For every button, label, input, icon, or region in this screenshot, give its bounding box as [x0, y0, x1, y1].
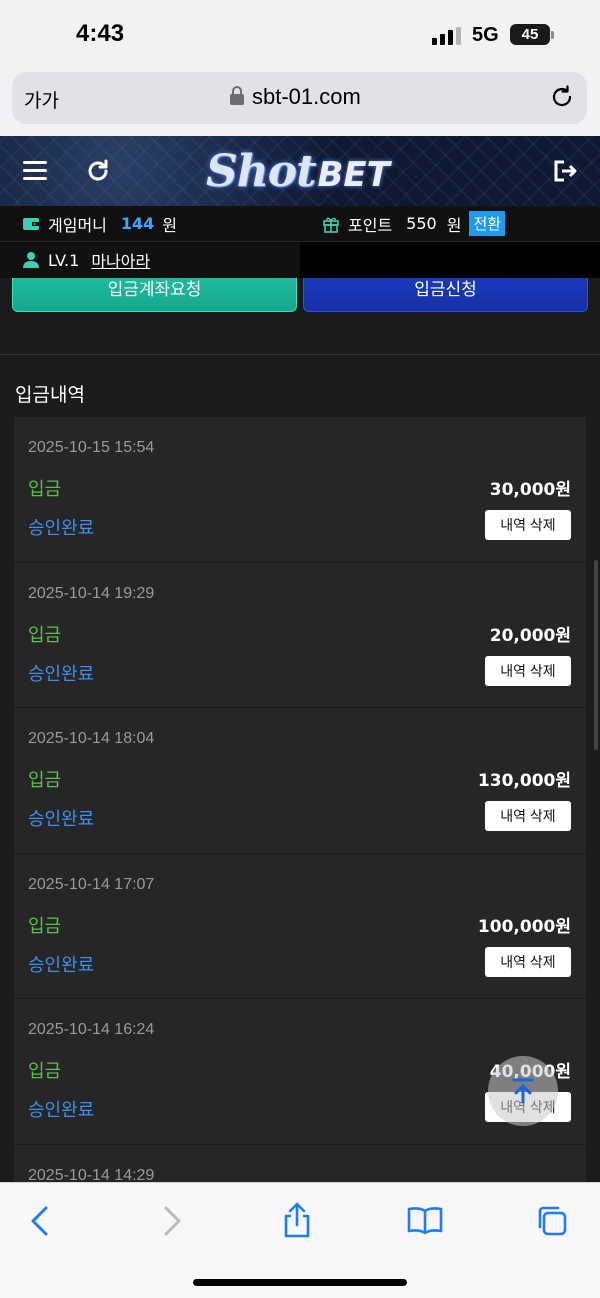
history-status: 승인완료 — [28, 663, 95, 685]
game-money-label: 게임머니 — [48, 215, 107, 235]
share-icon[interactable] — [277, 1201, 317, 1241]
point-unit: 원 — [446, 215, 462, 235]
delete-history-button[interactable]: 내역 삭제 — [485, 510, 571, 540]
history-amount: 30,000원 — [489, 480, 571, 500]
history-type: 입금 — [28, 1061, 62, 1082]
text-size-button[interactable]: 가가 — [24, 86, 59, 113]
logout-icon[interactable] — [552, 158, 578, 184]
logo-shot-text: Shot — [206, 146, 316, 197]
hamburger-menu-icon[interactable] — [23, 161, 47, 181]
gift-icon — [323, 217, 339, 233]
nickname-link[interactable]: 마나아라 — [91, 248, 150, 272]
history-amount: 100,000원 — [477, 916, 571, 937]
history-status: 승인완료 — [28, 518, 95, 539]
wallet-icon — [23, 217, 39, 230]
forward-icon[interactable] — [152, 1201, 192, 1241]
section-divider — [0, 354, 600, 355]
arrow-up-icon — [512, 1078, 534, 1104]
convert-points-button[interactable]: 전환 — [469, 211, 506, 236]
logo-bet-text: BET — [317, 155, 390, 195]
history-type: 입금 — [28, 624, 62, 646]
network-type: 5G — [472, 24, 499, 46]
deposit-action-buttons: 입금계좌요청 입금신청 — [12, 258, 588, 312]
scroll-to-top-button[interactable] — [488, 1056, 558, 1126]
history-date: 2025-10-14 18:04 — [28, 730, 155, 747]
history-item: 2025-10-14 19:29 입금 20,000원 승인완료 내역 삭제 — [14, 562, 586, 708]
history-type: 입금 — [28, 915, 62, 937]
battery-tip — [551, 31, 554, 39]
delete-history-button[interactable]: 내역 삭제 — [485, 946, 571, 977]
site-header: ShotBET — [0, 136, 600, 206]
delete-history-button[interactable]: 내역 삭제 — [485, 655, 571, 686]
history-date: 2025-10-14 16:24 — [28, 1021, 155, 1038]
level-label: LV.1 — [48, 250, 80, 270]
browser-address-area: 가가 sbt-01.com — [0, 68, 600, 136]
url-text[interactable]: sbt-01.com — [252, 84, 361, 110]
history-date: 2025-10-14 17:07 — [28, 875, 155, 893]
point-label: 포인트 — [348, 215, 393, 235]
history-item: 2025-10-14 17:07 입금 100,000원 승인완료 내역 삭제 — [14, 853, 586, 999]
back-icon[interactable] — [20, 1201, 60, 1241]
history-status: 승인완료 — [28, 809, 95, 830]
refresh-icon[interactable] — [85, 158, 111, 184]
history-date: 2025-10-15 15:54 — [28, 439, 155, 456]
user-icon — [23, 252, 39, 268]
page-scrollbar[interactable] — [594, 560, 598, 750]
battery-icon: 45 — [510, 24, 550, 45]
history-status: 승인완료 — [28, 954, 95, 976]
history-date: 2025-10-14 19:29 — [28, 584, 155, 602]
history-type: 입금 — [28, 479, 62, 500]
lock-icon — [230, 86, 244, 106]
history-type: 입금 — [28, 770, 62, 791]
points: 포인트 550 원 전환 — [300, 206, 600, 242]
point-value: 550 — [406, 214, 437, 233]
history-status: 승인완료 — [28, 1100, 95, 1121]
game-money-value: 144 — [120, 214, 155, 233]
game-money: 게임머니 144 원 — [0, 206, 300, 242]
user-level-overlay: LV.1 마나아라 — [0, 242, 300, 278]
section-title: 입금내역 — [15, 384, 85, 406]
tabs-icon[interactable] — [532, 1201, 572, 1241]
cellular-signal-icon — [432, 27, 464, 45]
bookmarks-icon[interactable] — [405, 1201, 445, 1241]
clock: 4:43 — [76, 20, 125, 47]
history-item: 2025-10-15 15:54 입금 30,000원 승인완료 내역 삭제 — [14, 417, 586, 563]
history-item: 2025-10-14 18:04 입금 130,000원 승인완료 내역 삭제 — [14, 708, 586, 854]
site-logo[interactable]: ShotBET — [206, 146, 390, 198]
status-bar: 4:43 5G 45 — [0, 0, 600, 68]
reload-icon[interactable] — [549, 84, 575, 110]
game-money-unit: 원 — [162, 215, 178, 235]
address-bar[interactable]: 가가 sbt-01.com — [12, 72, 587, 124]
history-amount: 20,000원 — [489, 625, 571, 646]
delete-history-button[interactable]: 내역 삭제 — [485, 801, 571, 831]
deposit-history-list: 2025-10-15 15:54 입금 30,000원 승인완료 내역 삭제 2… — [14, 417, 586, 1290]
home-indicator — [193, 1279, 407, 1286]
history-amount: 130,000원 — [477, 771, 571, 791]
